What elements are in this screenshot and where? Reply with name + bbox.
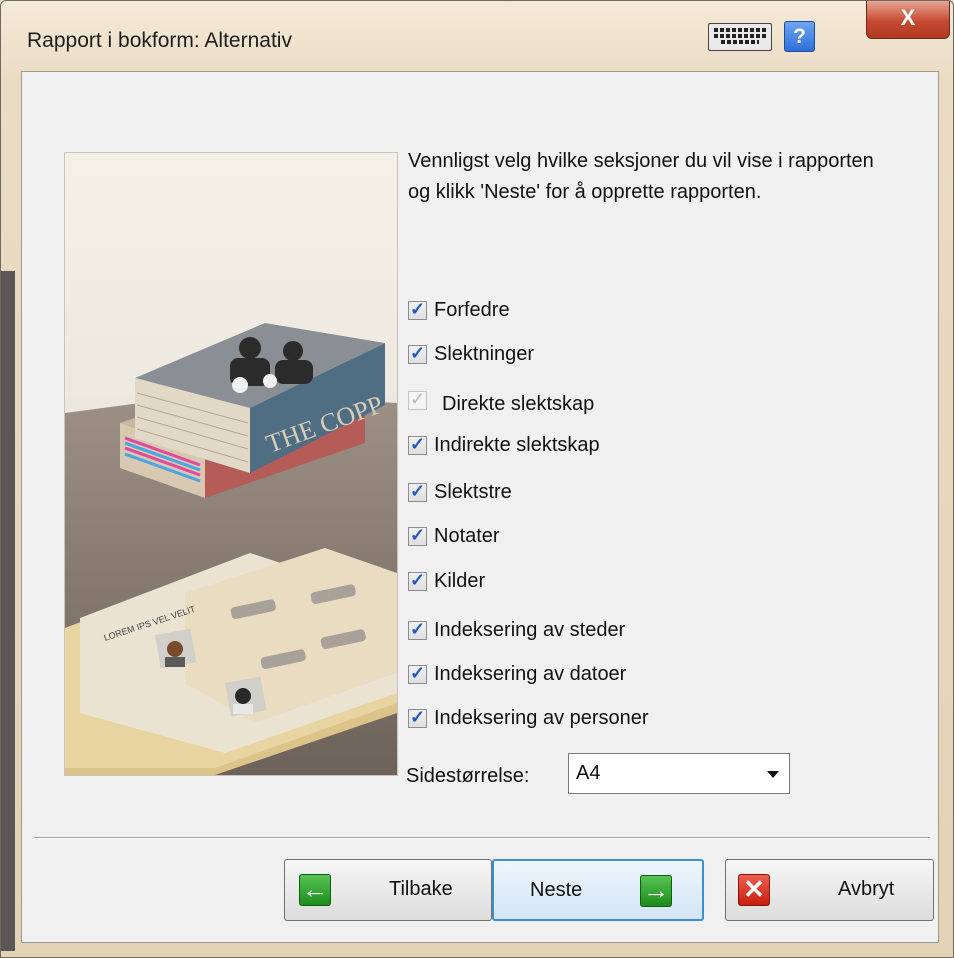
- checkmark-icon: ✓: [410, 343, 426, 363]
- page-size-label: Sidestørrelse:: [406, 765, 530, 787]
- dialog-content: THE COPP LOREM IPS VEL VELIT Vennligst v…: [21, 71, 939, 943]
- option-label: Notater: [434, 525, 500, 547]
- x-icon: ✕: [738, 874, 770, 906]
- title-bar[interactable]: Rapport i bokform: Alternativ ? X: [1, 1, 953, 71]
- checkbox[interactable]: ✓: [408, 343, 427, 364]
- cancel-button[interactable]: ✕ Avbryt: [725, 859, 934, 921]
- checkmark-icon: ✓: [410, 570, 426, 590]
- checkmark-icon: ✓: [410, 525, 426, 545]
- close-button[interactable]: X: [866, 1, 950, 39]
- option-label: Direkte slektskap: [442, 393, 595, 415]
- report-book-illustration: THE COPP LOREM IPS VEL VELIT: [64, 152, 398, 776]
- keyboard-icon[interactable]: [708, 23, 772, 51]
- checkbox[interactable]: ✓: [408, 434, 427, 455]
- option-label: Indeksering av datoer: [434, 663, 627, 685]
- checkbox-disabled: ✓: [408, 389, 427, 410]
- back-button[interactable]: ← Tilbake: [284, 859, 492, 921]
- dialog-window: Rapport i bokform: Alternativ ? X THE CO…: [0, 0, 954, 958]
- checkbox[interactable]: ✓: [408, 299, 427, 320]
- page-size-value: A4: [576, 762, 601, 784]
- checkmark-icon: ✓: [410, 299, 426, 319]
- close-icon: X: [900, 5, 916, 30]
- checkmark-icon: ✓: [410, 434, 426, 454]
- checkbox[interactable]: ✓: [408, 619, 427, 640]
- checkmark-icon: ✓: [410, 663, 426, 683]
- option-label: Forfedre: [434, 299, 510, 321]
- option-label: Indeksering av steder: [434, 619, 626, 641]
- option-label: Indeksering av personer: [434, 707, 649, 729]
- intro-text: Vennligst velg hvilke seksjoner du vil v…: [408, 150, 874, 203]
- divider: [34, 837, 930, 839]
- window-title: Rapport i bokform: Alternativ: [27, 29, 292, 52]
- arrow-left-icon: ←: [299, 874, 331, 906]
- next-button[interactable]: Neste →: [492, 859, 704, 921]
- checkmark-icon: ✓: [410, 481, 426, 501]
- checkmark-icon: ✓: [410, 707, 426, 727]
- checkmark-icon: ✓: [410, 389, 426, 409]
- checkbox[interactable]: ✓: [408, 481, 427, 502]
- checkmark-icon: ✓: [410, 619, 426, 639]
- option-label: Slektninger: [434, 343, 535, 365]
- option-label: Slektstre: [434, 481, 512, 503]
- option-label: Indirekte slektskap: [434, 434, 600, 456]
- chevron-down-icon: [767, 771, 779, 778]
- checkbox[interactable]: ✓: [408, 707, 427, 728]
- option-label: Kilder: [434, 570, 486, 592]
- window-frame-left: [1, 271, 15, 951]
- checkbox[interactable]: ✓: [408, 525, 427, 546]
- help-icon[interactable]: ?: [784, 21, 815, 52]
- checkbox[interactable]: ✓: [408, 663, 427, 684]
- arrow-right-icon: →: [640, 875, 672, 907]
- checkbox[interactable]: ✓: [408, 570, 427, 591]
- page-size-select[interactable]: A4: [568, 753, 790, 794]
